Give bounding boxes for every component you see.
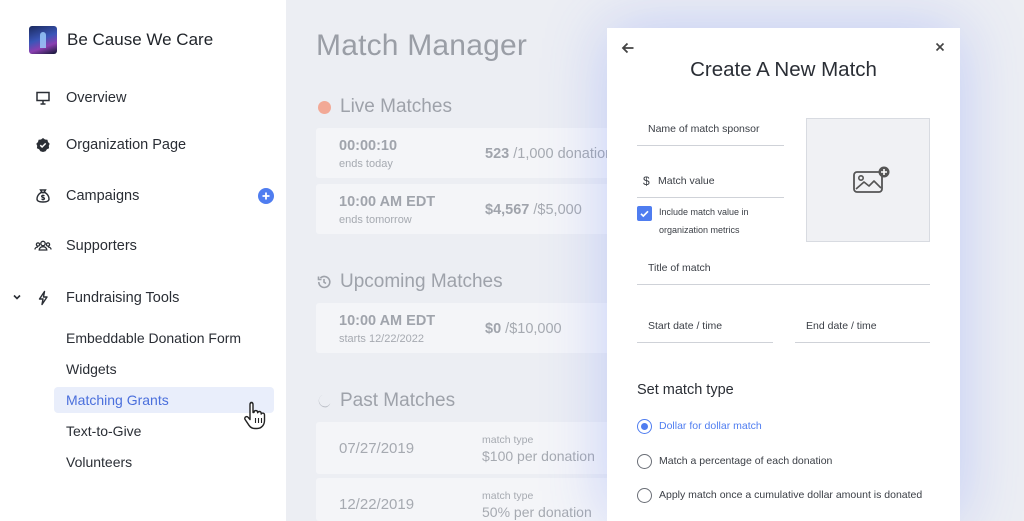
sidebar-item-campaigns[interactable]: Campaigns [34, 184, 139, 208]
radio-dollar-for-dollar[interactable] [637, 419, 652, 434]
sidebar-item-organization-page[interactable]: Organization Page [34, 133, 186, 157]
live-dot-icon [316, 99, 332, 115]
add-campaign-button[interactable] [258, 188, 274, 204]
match-progress: $4,567 /$5,000 [485, 202, 582, 218]
radio-label[interactable]: Match a percentage of each donation [659, 455, 832, 467]
match-time: 00:00:10 [339, 138, 398, 154]
modal-title: Create A New Match [690, 58, 877, 81]
include-metrics-label: Include match value in organization metr… [659, 207, 749, 235]
back-arrow-icon[interactable] [621, 41, 635, 55]
match-type-heading: Set match type [637, 382, 734, 398]
sidebar-item-label: Organization Page [66, 137, 187, 153]
match-time-note: ends today [339, 158, 393, 170]
live-matches-heading: Live Matches [316, 96, 452, 118]
match-type-label: match type [482, 490, 534, 502]
match-row[interactable]: 12/22/2019 match type 50% per donation [316, 478, 636, 521]
start-date-label: Start date / time [648, 320, 723, 332]
add-image-icon [853, 166, 890, 193]
match-time: 10:00 AM EDT [339, 313, 436, 329]
match-title-label: Title of match [648, 262, 711, 274]
end-date-field[interactable]: End date / time [795, 315, 930, 343]
match-row[interactable]: 00:00:10 ends today 523 /1,000 donations [316, 128, 636, 178]
chevron-down-icon[interactable] [11, 291, 23, 303]
verified-badge-icon [34, 136, 52, 154]
match-date: 07/27/2019 [339, 440, 415, 457]
match-title-field[interactable]: Title of match [637, 257, 930, 285]
sidebar-subitem-volunteers[interactable]: Volunteers [54, 449, 274, 475]
moon-icon [316, 393, 332, 409]
match-sponsor-field[interactable]: Name of match sponsor [637, 118, 784, 146]
match-row[interactable]: 10:00 AM EDT ends tomorrow $4,567 /$5,00… [316, 184, 636, 234]
hand-cursor-icon [244, 401, 266, 430]
match-value-field[interactable]: $ Match value [637, 170, 784, 198]
sidebar-subitem-matching-grants[interactable]: Matching Grants [54, 387, 274, 413]
sidebar-subitem-embeddable-donation-form[interactable]: Embeddable Donation Form [54, 325, 274, 351]
sidebar-subitem-widgets[interactable]: Widgets [54, 356, 274, 382]
match-progress: 523 /1,000 donations [485, 146, 621, 162]
start-date-field[interactable]: Start date / time [637, 315, 773, 343]
match-time-note: ends tomorrow [339, 214, 412, 226]
radio-label[interactable]: Apply match once a cumulative dollar amo… [659, 489, 922, 501]
sidebar-item-label: Overview [66, 90, 127, 106]
brand-logo [29, 26, 57, 54]
people-icon [34, 237, 52, 255]
create-match-modal: Create A New Match Name of match sponsor… [607, 28, 960, 521]
money-bag-icon [34, 187, 52, 205]
upcoming-matches-heading: Upcoming Matches [316, 271, 503, 293]
match-time: 10:00 AM EDT [339, 194, 436, 210]
sidebar-item-supporters[interactable]: Supporters [34, 234, 137, 258]
match-row[interactable]: 10:00 AM EDT starts 12/22/2022 $0 /$10,0… [316, 303, 636, 353]
close-icon[interactable] [934, 41, 946, 53]
section-title-text: Past Matches [340, 390, 456, 411]
match-type-label: match type [482, 434, 534, 446]
match-date: 12/22/2019 [339, 496, 415, 513]
match-row[interactable]: 07/27/2019 match type $100 per donation [316, 422, 636, 474]
sidebar-item-label: Supporters [66, 238, 137, 254]
end-date-label: End date / time [806, 320, 877, 332]
sidebar-subitem-text-to-give[interactable]: Text-to-Give [54, 418, 274, 444]
sidebar-item-overview[interactable]: Overview [34, 86, 126, 110]
match-progress: $0 /$10,000 [485, 321, 562, 337]
history-icon [316, 274, 332, 290]
radio-percentage[interactable] [637, 454, 652, 469]
sidebar: Be Cause We Care Overview Organization P… [0, 0, 286, 521]
match-sponsor-label: Name of match sponsor [648, 123, 760, 135]
section-title-text: Upcoming Matches [340, 271, 503, 292]
plus-icon [262, 192, 270, 200]
page-title: Match Manager [316, 29, 528, 62]
lightning-icon [34, 289, 52, 307]
radio-cumulative[interactable] [637, 488, 652, 503]
checkmark-icon [640, 210, 649, 218]
dollar-prefix: $ [643, 174, 650, 188]
brand-name: Be Cause We Care [67, 30, 214, 49]
sidebar-item-label: Fundraising Tools [66, 290, 180, 306]
brand[interactable]: Be Cause We Care [29, 26, 213, 54]
match-type-value: 50% per donation [482, 504, 592, 520]
sidebar-item-fundraising-tools[interactable]: Fundraising Tools [34, 286, 179, 310]
past-matches-heading: Past Matches [316, 390, 455, 412]
match-value-label: Match value [658, 175, 715, 187]
image-upload[interactable] [806, 118, 930, 242]
presentation-icon [34, 89, 52, 107]
match-time-note: starts 12/22/2022 [339, 333, 425, 345]
section-title-text: Live Matches [340, 96, 452, 117]
radio-label[interactable]: Dollar for dollar match [659, 420, 762, 432]
include-metrics-checkbox[interactable] [637, 206, 652, 221]
sidebar-item-label: Campaigns [66, 188, 140, 204]
match-type-value: $100 per donation [482, 448, 595, 464]
